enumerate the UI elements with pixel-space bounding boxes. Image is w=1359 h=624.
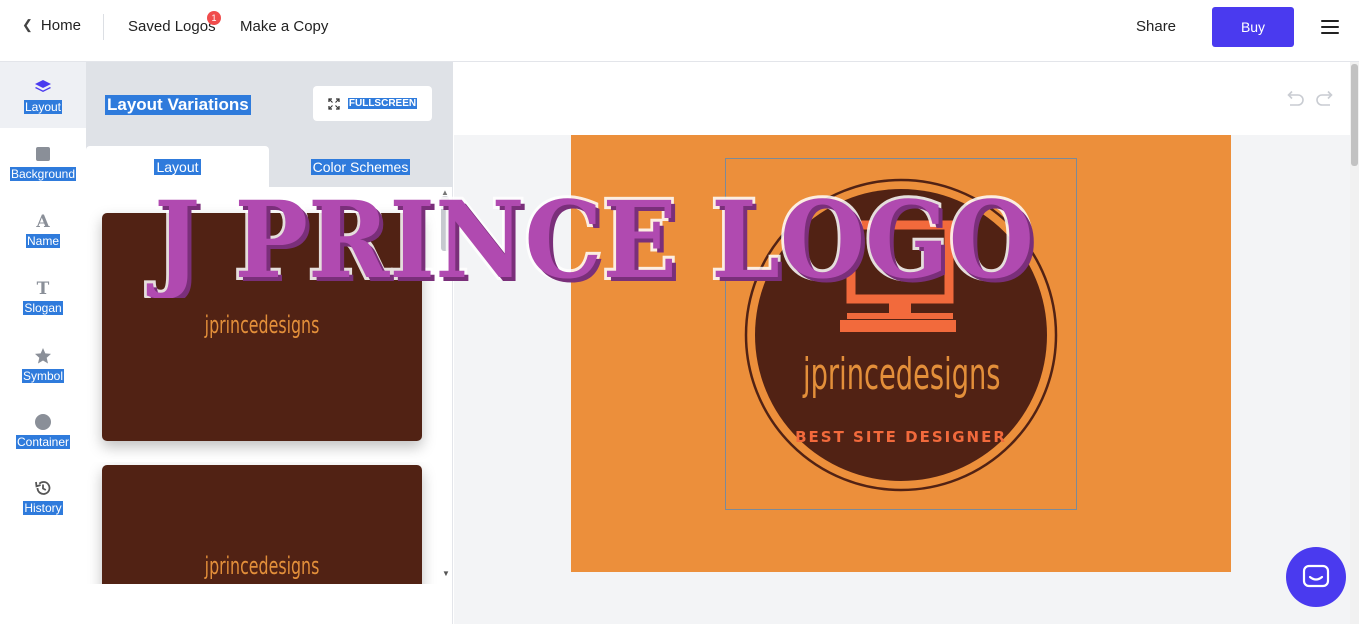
top-bar: ❮ Home Saved Logos 1 Make a Copy Share B… bbox=[0, 0, 1359, 62]
logo-slogan[interactable]: BEST SITE DESIGNER bbox=[743, 428, 1059, 446]
svg-text:T: T bbox=[37, 279, 50, 297]
panel-scrollbar[interactable]: ▲ ▼ bbox=[439, 188, 451, 582]
home-link[interactable]: ❮ Home bbox=[22, 16, 81, 35]
page-scroll-thumb[interactable] bbox=[1351, 64, 1358, 166]
chevron-left-icon: ❮ bbox=[22, 16, 33, 32]
rail-item-name[interactable]: A Name bbox=[0, 196, 86, 262]
canvas-toolbar bbox=[454, 62, 1350, 135]
expand-icon bbox=[328, 97, 340, 110]
panel-title: Layout Variations bbox=[105, 95, 251, 115]
panel-header: Layout Variations FULLSCREEN Layout Colo… bbox=[86, 62, 453, 187]
saved-logos-link[interactable]: Saved Logos bbox=[128, 18, 216, 35]
chat-icon bbox=[1302, 564, 1330, 588]
tool-rail: Layout Background A Name T Slogan Symbol… bbox=[0, 62, 86, 624]
letter-a-icon: A bbox=[35, 212, 50, 230]
star-icon bbox=[35, 348, 51, 364]
layers-icon bbox=[35, 80, 51, 92]
page-scrollbar[interactable] bbox=[1350, 62, 1359, 624]
layout-variations-panel: Layout Variations FULLSCREEN Layout Colo… bbox=[86, 62, 453, 624]
rail-item-history[interactable]: History bbox=[0, 464, 86, 530]
buy-button[interactable]: Buy bbox=[1212, 7, 1294, 47]
tab-layout-label: Layout bbox=[154, 159, 201, 175]
hamburger-menu-icon[interactable] bbox=[1321, 20, 1339, 34]
thumbnail-clip: jprincedesigns bbox=[86, 462, 438, 584]
rail-label-history: History bbox=[23, 501, 63, 515]
rail-label-name: Name bbox=[25, 234, 60, 248]
undo-icon[interactable] bbox=[1284, 89, 1306, 109]
rail-item-layout[interactable]: Layout bbox=[0, 62, 86, 128]
thumbnail-logo-text: jprincedesigns bbox=[204, 311, 320, 339]
logo-name[interactable]: jprincedesigns bbox=[803, 345, 1000, 405]
rail-label-slogan: Slogan bbox=[23, 301, 63, 315]
make-copy-link[interactable]: Make a Copy bbox=[240, 18, 328, 35]
tab-color-schemes-label: Color Schemes bbox=[310, 159, 411, 175]
tab-layout[interactable]: Layout bbox=[86, 146, 269, 187]
tab-color-schemes[interactable]: Color Schemes bbox=[269, 146, 452, 187]
canvas-area: jprincedesigns BEST SITE DESIGNER bbox=[454, 62, 1350, 624]
rail-label-container: Container bbox=[15, 435, 71, 449]
circle-icon bbox=[35, 414, 51, 430]
fullscreen-button[interactable]: FULLSCREEN bbox=[313, 86, 432, 121]
fullscreen-label: FULLSCREEN bbox=[347, 98, 418, 109]
saved-logos-badge: 1 bbox=[207, 11, 221, 25]
thumbnail-logo-text: jprincedesigns bbox=[204, 552, 320, 580]
square-icon bbox=[36, 147, 50, 161]
rail-label-layout: Layout bbox=[23, 100, 63, 114]
rail-item-container[interactable]: Container bbox=[0, 397, 86, 463]
scroll-down-icon[interactable]: ▼ bbox=[442, 569, 450, 578]
home-label: Home bbox=[40, 17, 81, 34]
divider bbox=[103, 14, 104, 40]
logo-canvas[interactable]: jprincedesigns BEST SITE DESIGNER bbox=[571, 135, 1231, 572]
redo-icon[interactable] bbox=[1314, 89, 1336, 109]
rail-item-background[interactable]: Background bbox=[0, 129, 86, 195]
rail-label-background: Background bbox=[9, 167, 77, 181]
rail-label-symbol: Symbol bbox=[21, 369, 64, 383]
rail-item-symbol[interactable]: Symbol bbox=[0, 330, 86, 396]
letter-t-icon: T bbox=[37, 279, 50, 297]
layout-thumbnail[interactable]: jprincedesigns bbox=[102, 213, 422, 441]
layout-thumbnail[interactable]: jprincedesigns bbox=[102, 465, 422, 584]
share-link[interactable]: Share bbox=[1136, 18, 1176, 35]
svg-text:A: A bbox=[35, 212, 50, 230]
history-icon bbox=[35, 481, 51, 495]
chat-button[interactable] bbox=[1286, 547, 1346, 607]
panel-scroll-thumb[interactable] bbox=[441, 196, 449, 251]
rail-item-slogan[interactable]: T Slogan bbox=[0, 263, 86, 329]
